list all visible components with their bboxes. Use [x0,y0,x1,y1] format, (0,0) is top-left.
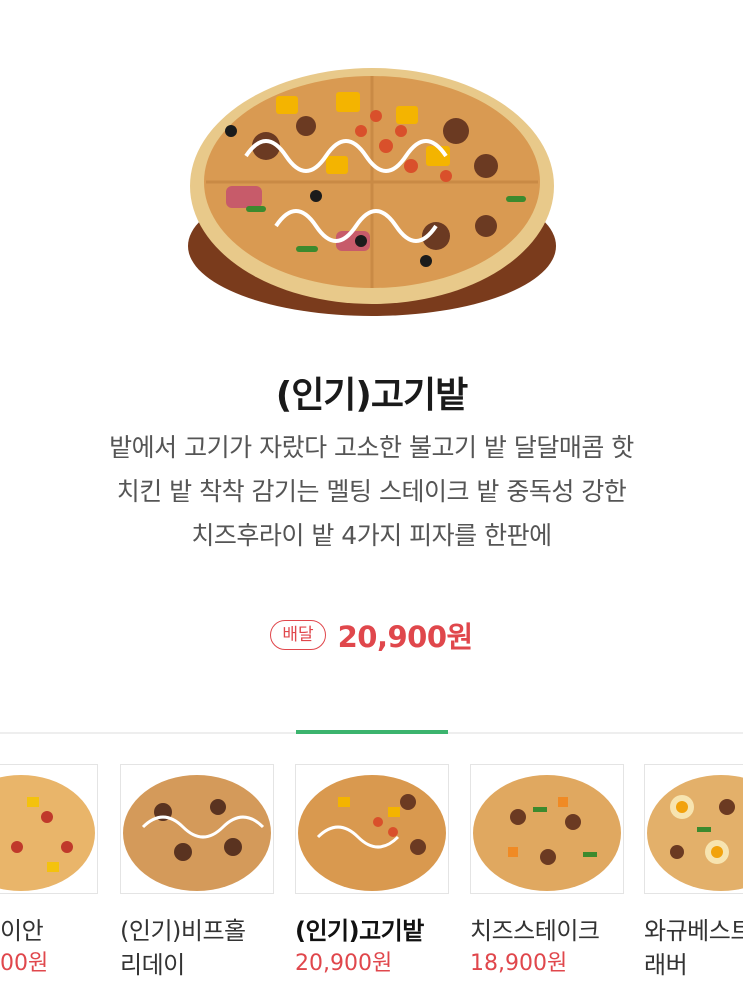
menu-card-name: 와규베스트 래버 [644,914,743,982]
pizza-thumbnail [470,764,624,894]
menu-card-price: 20,900원 [295,951,393,976]
pizza-thumbnail [644,764,743,894]
menu-card[interactable]: (인기)비프홀 리데이 [120,764,274,982]
product-description: 밭에서 고기가 자랐다 고소한 불고기 밭 달달매콤 핫 치킨 밭 착착 감기는… [40,426,703,558]
menu-card-price: 00원 [0,951,49,976]
menu-card-name-line: 래버 [644,951,688,979]
pizza-icon [123,775,271,891]
pizza-image-icon [188,68,556,316]
pizza-icon [473,775,621,891]
product-price: 20,900원 [337,620,474,654]
menu-card[interactable]: 와규베스트 래버 [644,764,743,982]
description-line: 치킨 밭 착착 감기는 멜팅 스테이크 밭 중독성 강한 [116,477,627,506]
price-row: 배달 20,900원 [0,614,743,656]
pizza-thumbnail [0,764,98,894]
product-image [186,36,558,318]
menu-card[interactable]: 이안 00원 [0,764,98,980]
menu-card-name-line: 와규베스트 [644,917,743,945]
pizza-thumbnail [295,764,449,894]
product-title: (인기)고기밭 [275,375,469,416]
menu-card-name: 치즈스테이크 [470,917,600,945]
pizza-icon [298,775,446,891]
description-line: 밭에서 고기가 자랐다 고소한 불고기 밭 달달매콤 핫 [109,433,634,462]
menu-card-name: (인기)고기밭 [295,917,424,945]
pizza-icon [647,775,743,891]
menu-card-name-line: (인기)비프홀 [120,917,246,945]
menu-card-name-line: 리데이 [120,951,185,979]
menu-card-name: (인기)비프홀 리데이 [120,914,274,982]
menu-card-active[interactable]: (인기)고기밭 20,900원 [295,764,449,980]
menu-strip[interactable]: 이안 00원 (인기)비프홀 리데이 (인기)고기밭 20,900원 치즈스테이… [0,734,743,991]
pizza-thumbnail [120,764,274,894]
menu-card-price: 18,900원 [470,951,568,976]
description-line: 치즈후라이 밭 4가지 피자를 한판에 [191,521,552,550]
menu-card[interactable]: 치즈스테이크 18,900원 [470,764,624,980]
pizza-icon [0,775,95,891]
delivery-badge: 배달 [270,620,326,650]
menu-card-name: 이안 [0,917,44,945]
